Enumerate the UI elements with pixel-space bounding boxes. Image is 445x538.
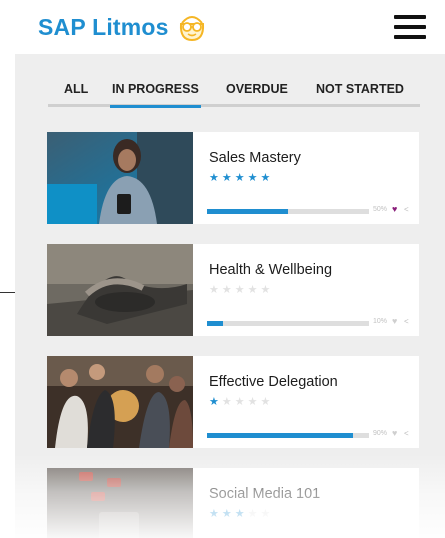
tab-not-started[interactable]: NOT STARTED <box>316 82 404 96</box>
share-icon[interactable]: < <box>404 205 409 214</box>
course-title: Effective Delegation <box>209 374 338 390</box>
tab-in-progress[interactable]: IN PROGRESS <box>110 82 201 108</box>
share-icon[interactable]: < <box>404 317 409 326</box>
star-filled-icon: ★ <box>247 172 261 184</box>
star-empty-icon: ★ <box>260 284 274 296</box>
hamburger-menu-icon[interactable] <box>394 15 426 39</box>
heart-icon[interactable]: ♥ <box>392 428 397 438</box>
course-thumbnail <box>47 132 193 224</box>
tab-all[interactable]: ALL <box>64 82 88 96</box>
brand-name: SAP Litmos <box>38 14 169 40</box>
star-empty-icon: ★ <box>247 508 261 520</box>
share-icon[interactable]: < <box>404 429 409 438</box>
star-filled-icon: ★ <box>221 508 235 520</box>
star-filled-icon: ★ <box>209 508 222 520</box>
course-thumbnail <box>47 244 193 336</box>
course-title: Health & Wellbeing <box>209 262 333 278</box>
star-empty-icon: ★ <box>209 284 222 296</box>
progress-bar <box>207 321 369 326</box>
course-list-panel: ALL IN PROGRESS OVERDUE NOT STARTED Sale… <box>15 54 445 538</box>
app-header: SAP Litmos <box>0 0 445 54</box>
star-empty-icon: ★ <box>221 396 235 408</box>
course-title: Sales Mastery <box>209 150 301 166</box>
star-empty-icon: ★ <box>247 396 261 408</box>
star-rating: ★★★★★ <box>209 395 273 408</box>
star-empty-icon: ★ <box>260 508 274 520</box>
course-card[interactable]: Effective Delegation ★★★★★ 90% ♥ < <box>47 356 419 448</box>
course-card[interactable]: Health & Wellbeing ★★★★★ 10% ♥ < <box>47 244 419 336</box>
star-empty-icon: ★ <box>234 396 248 408</box>
star-empty-icon: ★ <box>234 284 248 296</box>
star-filled-icon: ★ <box>234 508 248 520</box>
heart-icon[interactable]: ♥ <box>392 204 397 214</box>
progress-bar <box>207 433 369 438</box>
progress-label: 10% <box>373 318 388 325</box>
course-card[interactable]: Sales Mastery ★★★★★ 50% ♥ < <box>47 132 419 224</box>
tab-overdue[interactable]: OVERDUE <box>226 82 288 96</box>
star-empty-icon: ★ <box>221 284 235 296</box>
star-filled-icon: ★ <box>209 172 222 184</box>
star-empty-icon: ★ <box>260 396 274 408</box>
filter-tabs: ALL IN PROGRESS OVERDUE NOT STARTED <box>48 74 420 108</box>
owl-glasses-icon <box>179 16 205 42</box>
progress-label: 50% <box>373 206 388 213</box>
course-thumbnail <box>47 468 193 538</box>
progress-bar <box>207 209 369 214</box>
star-rating: ★★★★★ <box>209 507 273 520</box>
course-title: Social Media 101 <box>209 486 321 502</box>
heart-icon[interactable]: ♥ <box>392 316 397 326</box>
star-empty-icon: ★ <box>247 284 261 296</box>
course-thumbnail <box>47 356 193 448</box>
course-card[interactable]: Social Media 101 ★★★★★ <box>47 468 419 538</box>
star-filled-icon: ★ <box>260 172 274 184</box>
star-filled-icon: ★ <box>221 172 235 184</box>
star-filled-icon: ★ <box>234 172 248 184</box>
star-filled-icon: ★ <box>209 396 222 408</box>
progress-label: 90% <box>373 430 388 437</box>
star-rating: ★★★★★ <box>209 283 273 296</box>
star-rating: ★★★★★ <box>209 171 273 184</box>
